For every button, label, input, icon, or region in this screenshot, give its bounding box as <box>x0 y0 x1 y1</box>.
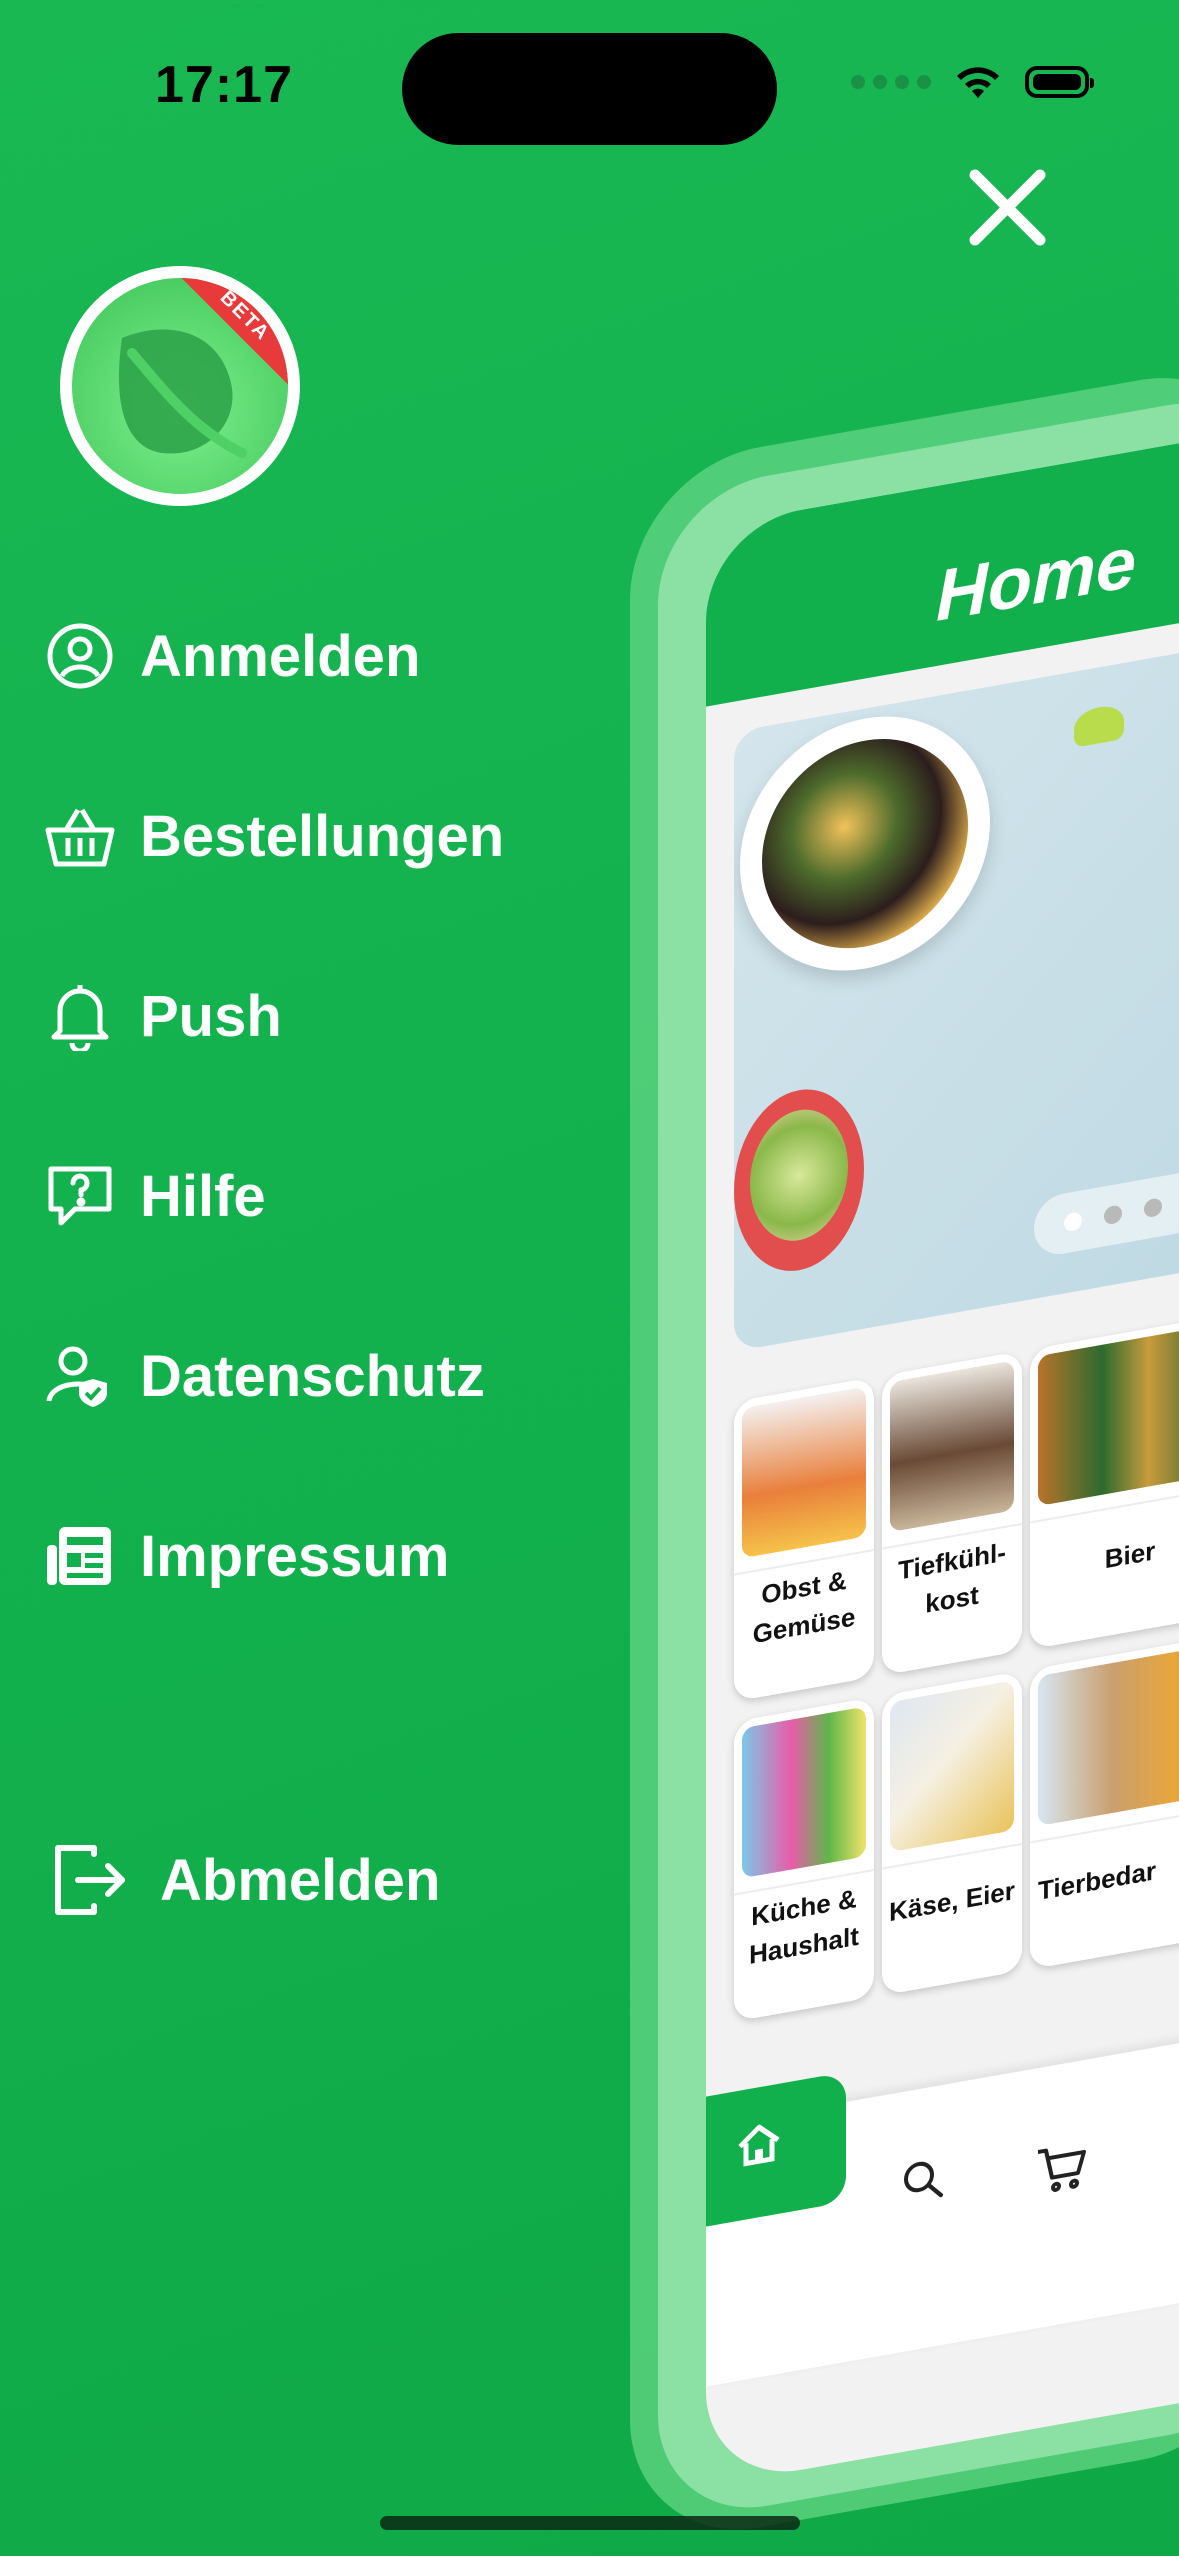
search-icon[interactable] <box>901 2154 945 2206</box>
logout-button[interactable]: Abmelden <box>50 1840 440 1920</box>
lime-image <box>1074 702 1124 748</box>
household-products-image <box>742 1706 866 1879</box>
wifi-icon <box>957 67 999 98</box>
category-tile[interactable]: Tierbedar <box>1030 1634 1179 1970</box>
logout-icon <box>50 1840 130 1920</box>
user-shield-icon <box>44 1340 116 1412</box>
menu-item-label: Anmelden <box>140 623 421 689</box>
help-bubble-icon <box>44 1160 116 1232</box>
status-icons <box>851 62 1094 102</box>
avatar[interactable]: BETA <box>60 266 300 506</box>
carousel-dots[interactable] <box>1034 1163 1179 1259</box>
menu-item-impressum[interactable]: Impressum <box>44 1520 449 1592</box>
home-indicator[interactable] <box>380 2516 800 2530</box>
dynamic-island <box>402 33 777 145</box>
app-preview[interactable]: Home Obst & Gemüse Tiefkühl-kost Bier Kü… <box>630 77 1179 2551</box>
menu-item-label: Datenschutz <box>140 1343 485 1409</box>
menu-item-bestellungen[interactable]: Bestellungen <box>44 800 504 872</box>
menu-item-label: Hilfe <box>140 1163 266 1229</box>
basket-icon <box>44 800 116 872</box>
menu-item-anmelden[interactable]: Anmelden <box>44 620 420 692</box>
menu-item-datenschutz[interactable]: Datenschutz <box>44 1340 485 1412</box>
newspaper-icon <box>44 1520 116 1592</box>
menu-item-hilfe[interactable]: Hilfe <box>44 1160 266 1232</box>
category-label: Tierbedar <box>1038 1855 1157 1907</box>
user-circle-icon <box>44 620 116 692</box>
beer-bottles-image <box>1038 1323 1179 1507</box>
menu-item-label: Bestellungen <box>140 803 505 869</box>
category-tile[interactable]: Käse, Eier <box>882 1670 1022 1996</box>
category-label: Tiefkühl-kost <box>898 1536 1006 1619</box>
category-label: Bier <box>1104 1535 1156 1575</box>
tab-home[interactable] <box>706 2071 846 2227</box>
category-label: Käse, Eier <box>889 1875 1015 1928</box>
menu-item-label: Push <box>140 983 282 1049</box>
pet-supplies-image <box>1038 1643 1179 1827</box>
cheese-eggs-image <box>890 1680 1014 1853</box>
menu-item-push[interactable]: Push <box>44 980 282 1052</box>
cellular-signal-icon <box>851 75 931 89</box>
category-tile[interactable]: Küche & Haushalt <box>734 1696 874 2022</box>
logout-label: Abmelden <box>160 1847 441 1913</box>
cart-icon[interactable] <box>1036 2140 1086 2197</box>
salad-plate-image <box>740 696 990 991</box>
preview-tab-bar <box>706 2017 1179 2387</box>
frozen-food-image <box>890 1360 1014 1533</box>
category-tile[interactable]: Obst & Gemüse <box>734 1376 874 1702</box>
battery-icon <box>1025 66 1094 98</box>
promo-banner[interactable] <box>734 618 1179 1352</box>
bowl-image <box>734 1078 864 1282</box>
menu-item-label: Impressum <box>140 1523 450 1589</box>
category-label: Küche & Haushalt <box>749 1883 859 1970</box>
home-icon <box>738 2124 780 2167</box>
status-time: 17:17 <box>155 56 293 114</box>
category-tile[interactable]: Bier <box>1030 1314 1179 1650</box>
pizza-image <box>742 1386 866 1559</box>
preview-screen: Home Obst & Gemüse Tiefkühl-kost Bier Kü… <box>706 417 1179 2487</box>
bell-icon <box>44 980 116 1052</box>
category-tile[interactable]: Tiefkühl-kost <box>882 1350 1022 1676</box>
category-label: Obst & Gemüse <box>752 1564 856 1650</box>
preview-title: Home <box>936 521 1137 638</box>
